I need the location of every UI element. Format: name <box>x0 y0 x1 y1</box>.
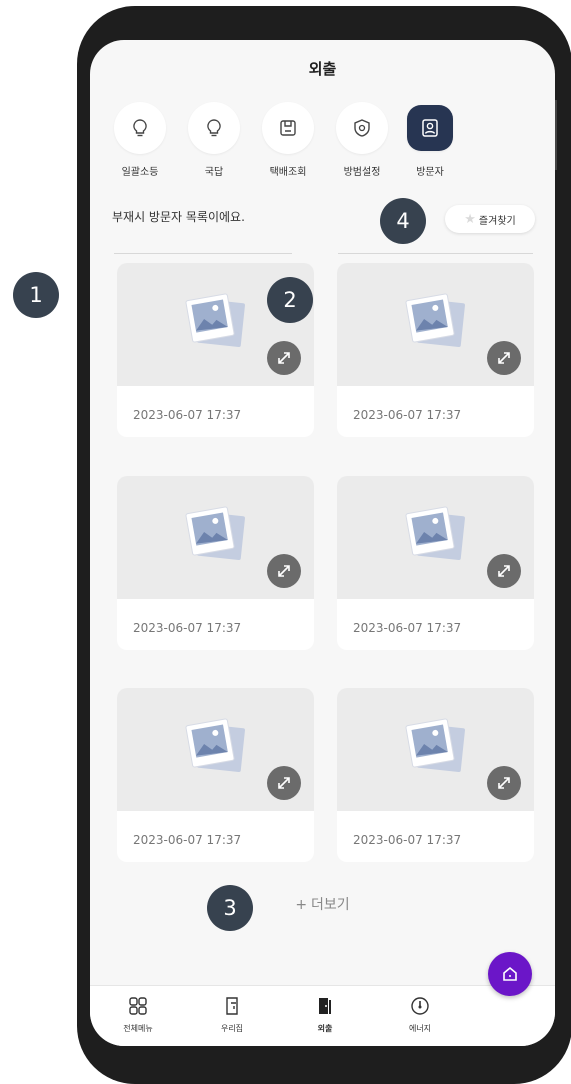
nav-item-away[interactable]: 외출 <box>295 996 355 1034</box>
visit-timestamp: 2023-06-07 17:37 <box>133 833 242 847</box>
page-title: 외출 <box>308 60 337 78</box>
expand-button[interactable] <box>487 766 521 800</box>
visitor-thumbnail[interactable] <box>117 476 314 599</box>
shield-icon <box>336 102 388 154</box>
home-fab-button[interactable] <box>488 952 532 996</box>
nav-label: 에너지 <box>408 1024 432 1033</box>
visit-timestamp: 2023-06-07 17:37 <box>353 621 462 635</box>
app-screen: 외출 일괄소등 국답 택배조회 방범설정 방문자 부재시 방문자 목록이에요. … <box>90 40 555 1046</box>
visitor-thumbnail[interactable] <box>337 263 534 386</box>
visit-timestamp: 2023-06-07 17:37 <box>133 408 242 422</box>
visitor-card[interactable]: 2023-06-07 17:37 <box>337 476 534 650</box>
quick-action-bar: 일괄소등 국답 택배조회 방범설정 방문자 <box>108 102 553 182</box>
quick-action-label: 택배조회 <box>269 167 307 178</box>
expand-icon <box>278 565 290 577</box>
quick-action-all-lights-off[interactable]: 일괄소등 <box>110 102 170 178</box>
expand-button[interactable] <box>487 554 521 588</box>
expand-button[interactable] <box>267 341 301 375</box>
quick-action-security[interactable]: 방범설정 <box>332 102 392 178</box>
visitor-list-subtitle: 부재시 방문자 목록이에요. <box>112 210 245 224</box>
photo-placeholder-icon <box>405 718 465 772</box>
quick-action-parcel[interactable]: 택배조회 <box>258 102 318 178</box>
visit-timestamp: 2023-06-07 17:37 <box>353 833 462 847</box>
visitor-card[interactable]: 2023-06-07 17:37 <box>117 476 314 650</box>
visitor-thumbnail[interactable] <box>337 688 534 811</box>
bottom-nav: 전체메뉴 우리집 외출 에너지 <box>90 985 555 1046</box>
expand-icon <box>498 352 510 364</box>
expand-icon <box>498 565 510 577</box>
load-more-label: 더보기 <box>311 897 350 913</box>
visitor-card[interactable]: 2023-06-07 17:37 <box>337 263 534 437</box>
bulb-icon <box>188 102 240 154</box>
quick-action-visitors[interactable]: 방문자 <box>400 102 460 178</box>
photo-placeholder-icon <box>185 718 245 772</box>
load-more-button[interactable]: + 더보기 <box>90 894 555 914</box>
nav-label: 우리집 <box>220 1024 244 1033</box>
annotation-marker: 1 <box>13 272 59 318</box>
door-icon <box>226 997 238 1015</box>
quick-action-label: 방범설정 <box>343 167 381 178</box>
quick-action-label: 방문자 <box>416 167 444 178</box>
expand-icon <box>278 352 290 364</box>
photo-placeholder-icon <box>405 506 465 560</box>
visitor-icon <box>407 105 453 151</box>
favorites-button[interactable]: ★ 즐겨찾기 <box>445 205 535 233</box>
favorites-label: 즐겨찾기 <box>478 215 516 227</box>
photo-placeholder-icon <box>185 506 245 560</box>
quick-action-label: 일괄소등 <box>121 167 159 178</box>
exit-door-icon <box>319 998 331 1014</box>
expand-icon <box>278 777 290 789</box>
expand-button[interactable] <box>267 554 301 588</box>
expand-button[interactable] <box>487 341 521 375</box>
phone-side-button <box>555 100 557 170</box>
annotation-marker: 3 <box>207 885 253 931</box>
visitor-thumbnail[interactable] <box>337 476 534 599</box>
divider <box>338 253 533 254</box>
bulb-icon <box>114 102 166 154</box>
divider <box>114 253 292 254</box>
gauge-icon <box>411 997 429 1015</box>
plus-icon: + <box>295 897 308 913</box>
visit-timestamp: 2023-06-07 17:37 <box>133 621 242 635</box>
expand-button[interactable] <box>267 766 301 800</box>
quick-action-label: 국답 <box>204 167 224 178</box>
star-icon: ★ <box>464 211 476 227</box>
photo-placeholder-icon <box>405 293 465 347</box>
nav-label: 외출 <box>317 1024 333 1033</box>
visitor-thumbnail[interactable] <box>117 688 314 811</box>
nav-label: 전체메뉴 <box>123 1024 153 1033</box>
visit-timestamp: 2023-06-07 17:37 <box>353 408 462 422</box>
parcel-box-icon <box>262 102 314 154</box>
quick-action-lights[interactable]: 국답 <box>184 102 244 178</box>
nav-item-energy[interactable]: 에너지 <box>390 996 450 1034</box>
photo-placeholder-icon <box>185 293 245 347</box>
annotation-marker: 2 <box>267 277 313 323</box>
nav-item-my-home[interactable]: 우리집 <box>202 996 262 1034</box>
nav-item-all-menu[interactable]: 전체메뉴 <box>108 996 168 1034</box>
annotation-marker: 4 <box>380 198 426 244</box>
visitor-card[interactable]: 2023-06-07 17:37 <box>337 688 534 862</box>
expand-icon <box>498 777 510 789</box>
visitor-card[interactable]: 2023-06-07 17:37 <box>117 688 314 862</box>
grid-icon <box>129 997 147 1015</box>
home-icon <box>503 966 517 981</box>
